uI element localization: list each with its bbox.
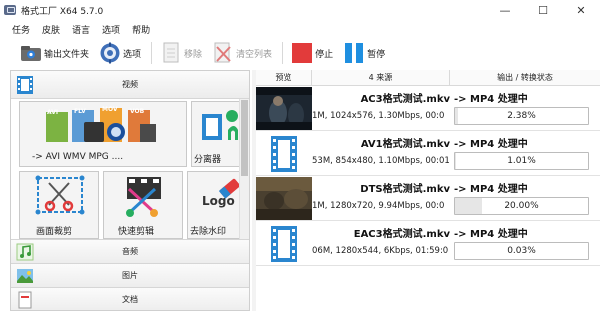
progress-text: 1.01%	[507, 156, 536, 166]
badge-vob: VOB	[130, 108, 145, 115]
pause-button[interactable]: 暂停	[343, 40, 385, 66]
tiles-scrollbar-thumb[interactable]	[241, 100, 248, 176]
function-panel: 视频 AVI FLV MOV VOB -> AVI WMV MPG .... 分…	[10, 70, 250, 311]
options-label: 选项	[123, 49, 142, 60]
badge-mov: MOV	[102, 106, 118, 113]
tile-convert-video-label: -> AVI WMV MPG ....	[32, 152, 124, 162]
progress-text: 20.00%	[504, 201, 539, 211]
output-folder-label: 输出文件夹	[44, 49, 90, 60]
stop-label: 停止	[315, 49, 334, 60]
tile-crop-label: 画面裁剪	[36, 227, 73, 237]
source-file-info: 1M, 1280x720, 9.94Mbps, 00:0	[312, 201, 445, 211]
progress-bar: 0.03%	[454, 242, 589, 260]
clear-list-label: 清空列表	[236, 49, 273, 60]
splitter-icon	[202, 110, 238, 140]
source-file-name: AV1格式测试.mkv	[360, 139, 450, 150]
category-document-label: 文档	[122, 295, 138, 304]
quick-cut-icon	[126, 177, 161, 217]
pause-icon	[343, 42, 365, 64]
category-video-label: 视频	[122, 80, 138, 89]
source-file-name: DTS格式测试.mkv	[360, 184, 450, 195]
source-file-info: 1M, 1024x576, 1.30Mbps, 00:0	[312, 111, 445, 121]
column-source[interactable]: 4 来源	[312, 70, 450, 85]
remove-label: 移除	[184, 49, 203, 60]
menu-options[interactable]: 选项	[96, 23, 126, 36]
source-file-name: EAC3格式测试.mkv	[353, 229, 450, 240]
preview-thumbnail	[256, 87, 312, 130]
window-title: 格式工厂 X64 5.7.0	[21, 6, 104, 17]
badge-avi: AVI	[47, 109, 59, 116]
task-row[interactable]: EAC3格式测试.mkv 06M, 1280x544, 6Kbps, 01:59…	[256, 221, 600, 266]
output-status: -> MP4 处理中	[454, 229, 528, 240]
task-row[interactable]: DTS格式测试.mkv 1M, 1280x720, 9.94Mbps, 00:0…	[256, 176, 600, 221]
progress-bar: 20.00%	[454, 197, 589, 215]
close-button[interactable]: ✕	[562, 0, 600, 20]
task-list-header: 预览 4 来源 输出 / 转换状态	[256, 70, 600, 86]
toolbar-separator	[151, 42, 153, 64]
tile-splitter-label: 分离器	[194, 155, 222, 165]
category-audio-label: 音频	[122, 247, 138, 256]
output-status: -> MP4 处理中	[454, 94, 528, 105]
title-bar: 格式工厂 X64 5.7.0 — ☐ ✕	[0, 0, 600, 20]
output-status: -> MP4 处理中	[454, 139, 528, 150]
progress-text: 0.03%	[507, 246, 536, 256]
gear-icon	[99, 42, 121, 64]
stop-button[interactable]: 停止	[291, 40, 333, 66]
window-controls: — ☐ ✕	[486, 0, 600, 20]
progress-text: 2.38%	[507, 111, 536, 121]
menu-language[interactable]: 语言	[66, 23, 96, 36]
menu-help[interactable]: 帮助	[126, 23, 156, 36]
menu-task[interactable]: 任务	[6, 23, 36, 36]
category-image[interactable]: 图片	[11, 263, 249, 287]
app-icon	[4, 5, 16, 15]
crop-icon	[35, 175, 85, 215]
source-file-info: 53M, 854x480, 1.10Mbps, 00:01	[312, 156, 450, 166]
tile-convert-video[interactable]: AVI FLV MOV VOB -> AVI WMV MPG ....	[19, 101, 187, 167]
tile-crop[interactable]: 画面裁剪	[19, 171, 99, 239]
tiles-scrollbar[interactable]	[239, 99, 249, 239]
menu-bar: 任务 皮肤 语言 选项 帮助	[0, 20, 600, 38]
badge-flv: FLV	[74, 108, 86, 115]
remove-button[interactable]: 移除	[160, 40, 202, 66]
tile-remove-watermark-label: 去除水印	[190, 227, 227, 237]
progress-bar: 1.01%	[454, 152, 589, 170]
minimize-button[interactable]: —	[486, 0, 524, 20]
maximize-button[interactable]: ☐	[524, 0, 562, 20]
stop-icon	[291, 42, 313, 64]
column-preview[interactable]: 预览	[256, 70, 312, 85]
progress-bar: 2.38%	[454, 107, 589, 125]
clear-list-button[interactable]: 清空列表	[212, 40, 272, 66]
film-icon	[256, 132, 312, 175]
source-file-info: 06M, 1280x544, 6Kbps, 01:59:0	[312, 246, 449, 256]
source-file-name: AC3格式测试.mkv	[360, 94, 450, 105]
category-video[interactable]: 视频	[11, 71, 249, 99]
menu-skin[interactable]: 皮肤	[36, 23, 66, 36]
remove-doc-icon	[160, 42, 182, 64]
video-tiles: AVI FLV MOV VOB -> AVI WMV MPG .... 分离器 …	[11, 99, 249, 239]
pause-label: 暂停	[367, 49, 386, 60]
column-output-status[interactable]: 输出 / 转换状态	[450, 70, 600, 85]
task-list: 预览 4 来源 输出 / 转换状态 AC3格式测试.mkv 1M, 1024x5…	[256, 70, 600, 311]
output-folder-button[interactable]: 输出文件夹	[20, 40, 89, 66]
toolbar: 输出文件夹 选项 移除 清空列表 停止 暂停	[0, 38, 600, 68]
tile-remove-watermark[interactable]: Logo 去除水印	[187, 171, 247, 239]
folder-icon	[20, 42, 42, 64]
category-audio[interactable]: 音频	[11, 239, 249, 263]
options-button[interactable]: 选项	[99, 40, 141, 66]
category-document[interactable]: 文档	[11, 287, 249, 310]
output-status: -> MP4 处理中	[454, 184, 528, 195]
task-row[interactable]: AC3格式测试.mkv 1M, 1024x576, 1.30Mbps, 00:0…	[256, 86, 600, 131]
task-row[interactable]: AV1格式测试.mkv 53M, 854x480, 1.10Mbps, 00:0…	[256, 131, 600, 176]
category-image-label: 图片	[122, 271, 138, 280]
clear-list-icon	[212, 42, 234, 64]
preview-thumbnail	[256, 177, 312, 220]
tile-quick-cut[interactable]: 快速剪辑	[103, 171, 183, 239]
tile-quick-cut-label: 快速剪辑	[118, 227, 155, 237]
film-icon	[256, 222, 312, 265]
toolbar-separator	[282, 42, 284, 64]
